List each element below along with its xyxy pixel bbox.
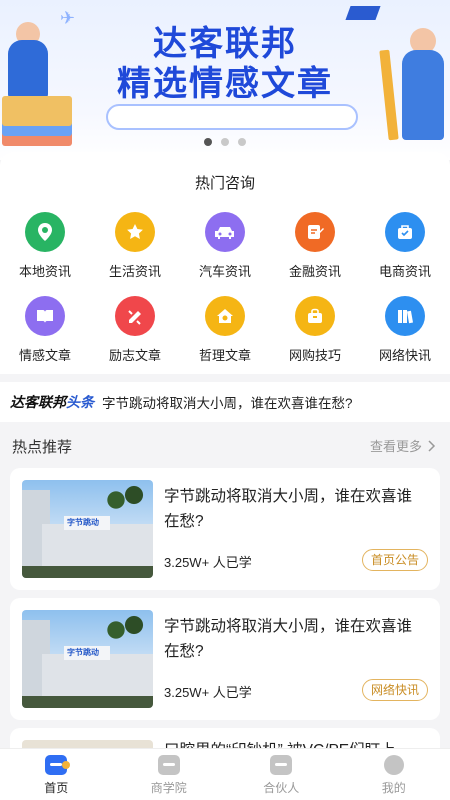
tab-label: 首页 — [44, 781, 69, 795]
document-edit-icon — [295, 212, 335, 252]
category-ecommerce-news[interactable]: 电商资讯 — [360, 212, 450, 280]
category-label: 哲理文章 — [198, 348, 251, 363]
headline-text[interactable]: 字节跳动将取消大小周，谁在欢喜谁在愁? — [102, 392, 353, 412]
tab-home[interactable]: 首页 — [0, 749, 113, 800]
article-card[interactable]: 字节跳动 字节跳动将取消大小周，谁在欢喜谁在愁? 3.25W+ 人已学 网络快讯 — [10, 598, 440, 720]
article-category-tag: 网络快讯 — [361, 679, 428, 701]
category-network-flash[interactable]: 网络快讯 — [360, 296, 450, 364]
article-learner-count: 3.25W+ 人已学 — [164, 685, 252, 700]
thumbnail-sign: 字节跳动 — [64, 516, 110, 530]
hot-consult-card: 热门咨询 本地资讯 生活资讯 汽车资讯 金融资讯 电商资讯 情感文章 励志文章 … — [0, 152, 450, 374]
category-label: 电商资讯 — [378, 264, 431, 279]
category-label: 金融资讯 — [288, 264, 341, 279]
star-icon — [115, 212, 155, 252]
tab-label: 我的 — [381, 781, 406, 795]
headline-brand-highlight: 头条 — [66, 395, 94, 411]
promo-banner[interactable]: ✈ 达客联邦 精选情感文章 — [0, 0, 450, 160]
school-icon — [157, 755, 180, 775]
category-auto-news[interactable]: 汽车资讯 — [180, 212, 270, 280]
basket-icon — [295, 296, 335, 336]
headline-brand-logo: 达客联邦头条 — [10, 392, 94, 412]
recommend-section-header: 热点推荐 查看更多 — [0, 422, 450, 468]
article-title: 字节跳动将取消大小周，谁在欢喜谁在愁? — [164, 618, 413, 660]
tab-business-school[interactable]: 商学院 — [113, 749, 226, 800]
article-learner-count: 3.25W+ 人已学 — [164, 555, 252, 570]
category-label: 网络快讯 — [378, 348, 431, 363]
category-shopping-tips[interactable]: 网购技巧 — [270, 296, 360, 364]
chevron-right-icon — [428, 439, 436, 452]
tab-label: 商学院 — [150, 781, 187, 795]
tab-partner[interactable]: 合伙人 — [225, 749, 338, 800]
category-inspiration-articles[interactable]: 励志文章 — [90, 296, 180, 364]
book-icon — [25, 296, 65, 336]
carousel-indicator — [0, 138, 450, 146]
recommend-title: 热点推荐 — [12, 439, 73, 456]
category-emotion-articles[interactable]: 情感文章 — [0, 296, 90, 364]
see-more-link[interactable]: 查看更多 — [370, 436, 436, 455]
location-pin-icon — [25, 212, 65, 252]
thumbnail-sign: 字节跳动 — [64, 646, 110, 660]
house-icon — [205, 296, 245, 336]
pencil-icon — [115, 296, 155, 336]
hot-consult-title: 热门咨询 — [194, 175, 255, 192]
carousel-dot-1[interactable] — [204, 138, 212, 146]
article-card[interactable]: 字节跳动 字节跳动将取消大小周，谁在欢喜谁在愁? 3.25W+ 人已学 首页公告 — [10, 468, 440, 590]
books-icon — [385, 296, 425, 336]
see-more-label: 查看更多 — [369, 439, 422, 454]
category-local-news[interactable]: 本地资讯 — [0, 212, 90, 280]
category-label: 汽车资讯 — [198, 264, 251, 279]
category-label: 情感文章 — [18, 348, 71, 363]
carousel-dot-3[interactable] — [238, 138, 246, 146]
banner-title-line2: 精选情感文章 — [117, 64, 333, 104]
article-thumbnail: 字节跳动 — [22, 480, 153, 578]
category-finance-news[interactable]: 金融资讯 — [270, 212, 360, 280]
user-icon — [383, 755, 404, 775]
article-category-tag: 首页公告 — [361, 549, 428, 571]
category-label: 本地资讯 — [18, 264, 71, 279]
article-title: 字节跳动将取消大小周，谁在欢喜谁在愁? — [164, 488, 413, 530]
bottom-tab-bar: 首页 商学院 合伙人 我的 — [0, 748, 450, 800]
app-screen: ✈ 达客联邦 精选情感文章 热门咨询 本地资讯 生活资讯 汽车资讯 金融资讯 电… — [0, 0, 450, 800]
home-icon — [45, 755, 71, 775]
category-label: 生活资讯 — [108, 264, 161, 279]
shopping-bag-icon — [385, 212, 425, 252]
banner-pill — [106, 104, 358, 130]
car-icon — [205, 212, 245, 252]
headline-brand-main: 达客联邦 — [10, 395, 66, 411]
tab-label: 合伙人 — [263, 781, 300, 795]
category-label: 网购技巧 — [288, 348, 341, 363]
carousel-dot-2[interactable] — [221, 138, 229, 146]
tab-mine[interactable]: 我的 — [338, 749, 450, 800]
headline-ticker[interactable]: 达客联邦头条 字节跳动将取消大小周，谁在欢喜谁在愁? — [0, 382, 450, 422]
partner-icon — [270, 755, 293, 775]
category-label: 励志文章 — [108, 348, 161, 363]
category-philosophy-articles[interactable]: 哲理文章 — [180, 296, 270, 364]
category-life-news[interactable]: 生活资讯 — [90, 212, 180, 280]
article-thumbnail: 字节跳动 — [22, 610, 153, 708]
